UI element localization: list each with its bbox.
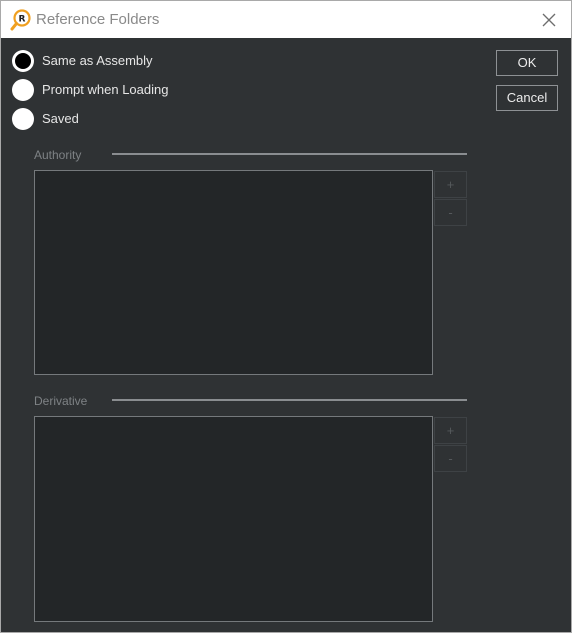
derivative-add-button[interactable]: + — [434, 417, 467, 444]
authority-group-divider — [112, 153, 467, 155]
dialog-body: Same as Assembly Prompt when Loading Sav… — [1, 38, 571, 632]
window-title: Reference Folders — [36, 11, 160, 28]
close-button[interactable] — [534, 6, 564, 34]
radio-label: Saved — [42, 111, 79, 126]
title-bar: R Reference Folders — [1, 1, 571, 38]
derivative-folder-list[interactable] — [34, 416, 433, 622]
radio-label: Prompt when Loading — [42, 82, 169, 97]
derivative-remove-button[interactable]: - — [434, 445, 467, 472]
radio-button[interactable] — [12, 108, 34, 130]
authority-folder-list[interactable] — [34, 170, 433, 375]
ok-button[interactable]: OK — [496, 50, 558, 76]
radio-button[interactable] — [12, 79, 34, 101]
reference-folders-dialog: R Reference Folders Same as Assembly Pro… — [0, 0, 572, 633]
authority-remove-button[interactable]: - — [434, 199, 467, 226]
radio-label: Same as Assembly — [42, 53, 153, 68]
svg-text:R: R — [19, 15, 26, 25]
radio-button-selected[interactable] — [12, 50, 34, 72]
derivative-group-label: Derivative — [34, 394, 88, 408]
authority-add-button[interactable]: + — [434, 171, 467, 198]
authority-group-label: Authority — [34, 148, 82, 162]
cancel-button[interactable]: Cancel — [496, 85, 558, 111]
app-logo-icon: R — [10, 9, 32, 31]
derivative-group-divider — [112, 399, 467, 401]
close-icon — [542, 13, 556, 27]
